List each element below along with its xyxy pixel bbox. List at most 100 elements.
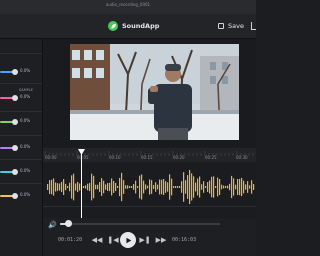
waveform-bar: [183, 172, 185, 202]
tick-label: 00:15: [141, 155, 153, 160]
waveform-bar: [159, 179, 161, 195]
waveform-bar: [105, 184, 107, 190]
waveform-bar: [119, 177, 121, 197]
waveform-bar: [127, 185, 129, 189]
slider-control-5[interactable]: 0.0%: [0, 167, 42, 177]
waveform-bar: [157, 184, 159, 190]
waveform-bar: [133, 184, 135, 190]
rewind-icon[interactable]: ◀◀: [90, 234, 104, 246]
audio-waveform[interactable]: [43, 168, 256, 206]
waveform-bar: [139, 175, 141, 199]
slider-control-1[interactable]: 0.0%: [0, 67, 42, 77]
next-frame-icon[interactable]: ▶❚: [138, 234, 152, 246]
waveform-bar: [91, 173, 93, 201]
slider-knob[interactable]: [12, 169, 18, 175]
play-button[interactable]: [120, 232, 136, 248]
playhead-line[interactable]: [81, 150, 82, 220]
waveform-bar: [137, 186, 139, 188]
waveform-bar: [49, 180, 51, 194]
waveform-bar: [163, 178, 165, 196]
waveform-bar: [237, 178, 239, 196]
waveform-bar: [53, 178, 55, 196]
slider-knob[interactable]: [12, 145, 18, 151]
waveform-bar: [93, 175, 95, 199]
waveform-bar: [101, 178, 103, 196]
waveform-bar: [97, 184, 99, 190]
video-scene-image: [70, 44, 239, 140]
waveform-bar: [199, 176, 201, 198]
brand-name: SoundApp: [122, 22, 160, 30]
waveform-bar: [89, 182, 91, 192]
waveform-bar: [223, 185, 225, 189]
waveform-bar: [61, 181, 63, 193]
waveform-bar: [151, 180, 153, 194]
volume-icon[interactable]: 🔊: [48, 221, 57, 229]
waveform-bar: [171, 178, 173, 196]
waveform-bar: [241, 177, 243, 197]
waveform-bar: [145, 184, 147, 190]
slider-value: 0.0%: [20, 144, 31, 149]
waveform-bar: [65, 183, 67, 191]
waveform-bar: [71, 175, 73, 199]
video-frame[interactable]: [70, 44, 239, 140]
slider-value: 0.0%: [20, 192, 31, 197]
slider-knob[interactable]: [12, 95, 18, 101]
tick-label: 00:20: [173, 155, 185, 160]
slider-control-6[interactable]: 0.0%: [0, 191, 42, 201]
waveform-bar: [131, 186, 133, 188]
waveform-bar: [75, 183, 77, 191]
waveform-bar: [245, 184, 247, 190]
previous-frame-icon[interactable]: ❚◀: [106, 234, 120, 246]
waveform-bar: [235, 184, 237, 190]
slider-control-4[interactable]: 0.0%: [0, 143, 42, 153]
save-button[interactable]: Save: [218, 20, 244, 32]
waveform-bar: [161, 179, 163, 195]
window-title: audio_recording_0001: [105, 2, 151, 7]
waveform-bar: [217, 177, 219, 197]
waveform-bar: [187, 175, 189, 199]
slider-knob[interactable]: [12, 119, 18, 125]
waveform-bar: [219, 179, 221, 195]
divider: [0, 53, 42, 54]
scrub-track[interactable]: [60, 223, 220, 225]
save-icon: [218, 23, 224, 29]
slider-control-3[interactable]: 0.0%: [0, 117, 42, 127]
slider-value: 0.0%: [20, 68, 31, 73]
waveform-bar: [153, 185, 155, 189]
waveform-bar: [165, 181, 167, 193]
waveform-bar: [135, 180, 137, 194]
waveform-bar: [103, 180, 105, 194]
scrub-knob[interactable]: [65, 220, 72, 227]
waveform-bar: [167, 182, 169, 192]
share-icon[interactable]: [251, 22, 256, 30]
waveform-bar: [47, 184, 49, 190]
fast-forward-icon[interactable]: ▶▶: [154, 234, 168, 246]
waveform-bar: [129, 186, 131, 188]
sample-tag: SAMPLE: [19, 88, 33, 92]
waveform-bar: [207, 182, 209, 192]
waveform-bar: [73, 173, 75, 201]
divider: [0, 83, 42, 84]
save-button-label: Save: [228, 22, 244, 30]
waveform-bar: [193, 176, 195, 198]
slider-value: 0.0%: [20, 94, 31, 99]
waveform-bar: [229, 183, 231, 191]
slider-value: 0.0%: [20, 168, 31, 173]
current-time: 00:01:20: [58, 237, 83, 243]
waveform-bar: [115, 182, 117, 192]
waveform-bar: [179, 186, 181, 188]
waveform-bar: [57, 183, 59, 191]
divider: [43, 206, 256, 207]
waveform-bar: [67, 186, 69, 188]
tick-label: 00:00: [45, 155, 57, 160]
slider-knob[interactable]: [12, 193, 18, 199]
slider-knob[interactable]: [12, 69, 18, 75]
leaf-logo-icon: [108, 21, 118, 31]
waveform-bar: [77, 181, 79, 193]
waveform-bar: [55, 182, 57, 192]
waveform-bar: [247, 181, 249, 193]
brand: SoundApp: [108, 18, 159, 34]
tick-label: 00:25: [205, 155, 217, 160]
slider-control-2[interactable]: 0.0%: [0, 93, 42, 103]
waveform-bar: [227, 185, 229, 189]
